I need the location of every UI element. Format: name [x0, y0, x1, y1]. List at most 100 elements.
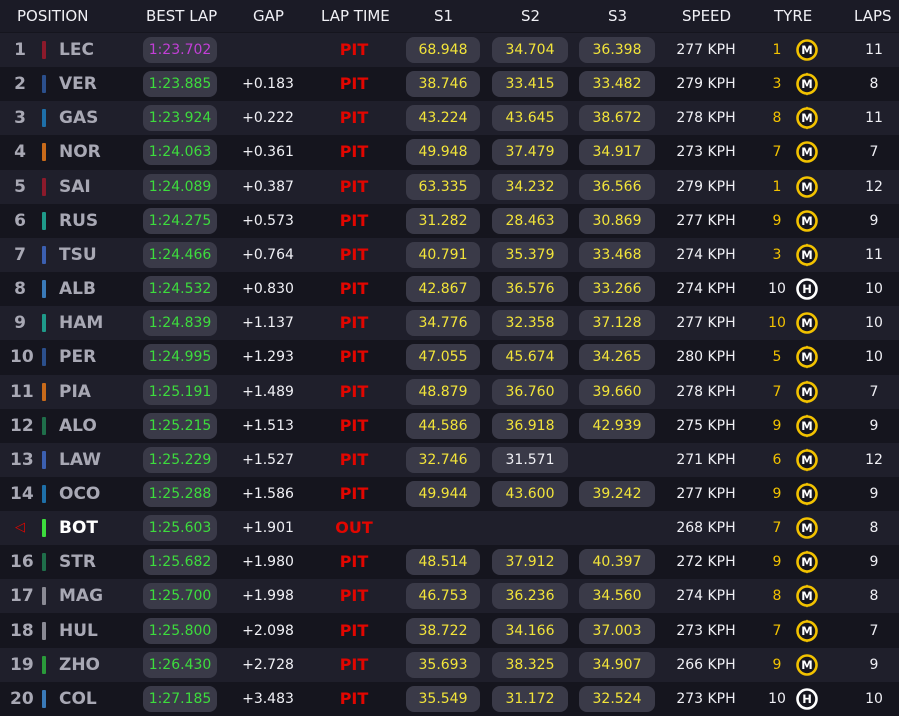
laps-completed: 10	[865, 690, 883, 707]
table-row[interactable]: 11 PIA 1:25.191 +1.489 PIT 48.879 36.760 39.660…	[0, 374, 899, 409]
lap-time-status: PIT	[339, 74, 369, 94]
header-s3[interactable]: S3	[608, 0, 627, 32]
position: 10	[10, 347, 34, 368]
position: 16	[10, 552, 34, 573]
lap-time-status: PIT	[339, 313, 369, 333]
sector-1-time: 38.722	[406, 617, 480, 644]
table-row[interactable]: 20 COL 1:27.185 +3.483 PIT 35.549 31.172 32.524…	[0, 681, 899, 716]
table-row[interactable]: 18 HUL 1:25.800 +2.098 PIT 38.722 34.166 37.003…	[0, 613, 899, 648]
tyre-age: 7	[772, 383, 782, 400]
table-row[interactable]: 6 RUS 1:24.275 +0.573 PIT 31.282 28.463 30.869 2…	[0, 203, 899, 238]
team-color-bar	[42, 245, 46, 264]
table-row[interactable]: 5 SAI 1:24.089 +0.387 PIT 63.335 34.232 36.566 2…	[0, 169, 899, 204]
sector-3-time: 38.672	[579, 105, 655, 132]
driver-code: RUS	[59, 210, 99, 231]
table-row[interactable]: 3 GAS 1:23.924 +0.222 PIT 43.224 43.645 38.672 2…	[0, 101, 899, 136]
sector-3-time: 37.003	[579, 617, 655, 644]
svg-text:M: M	[801, 111, 812, 125]
sector-3-time: 34.265	[579, 344, 655, 371]
header-tyre[interactable]: TYRE	[774, 0, 812, 32]
table-row[interactable]: ◁ BOT 1:25.603 +1.901 OUT 268 KPH 7 M 8	[0, 511, 899, 546]
driver-code: PER	[59, 347, 97, 368]
lap-time-status: PIT	[339, 244, 369, 264]
svg-text:M: M	[801, 555, 812, 569]
tyre-age: 7	[772, 144, 782, 161]
best-lap-time: 1:25.191	[143, 378, 217, 405]
table-row[interactable]: 9 HAM 1:24.839 +1.137 PIT 34.776 32.358 37.128 2…	[0, 306, 899, 341]
table-row[interactable]: 10 PER 1:24.995 +1.293 PIT 47.055 45.674 34.265…	[0, 340, 899, 375]
speed-trap: 274 KPH	[676, 588, 736, 605]
team-color-bar	[42, 519, 46, 538]
sector-1-time: 44.586	[406, 412, 480, 439]
tyre-age: 9	[772, 554, 782, 571]
driver-code: OCO	[59, 483, 101, 504]
best-lap-time: 1:23.885	[143, 71, 217, 98]
sector-3-time: 33.482	[579, 71, 655, 98]
driver-code: HUL	[59, 620, 98, 641]
table-row[interactable]: 1 LEC 1:23.702 PIT 68.948 34.704 36.398 277 KPH…	[0, 33, 899, 67]
driver-code: TSU	[59, 244, 97, 265]
lap-time-status: PIT	[339, 552, 369, 572]
header-s2[interactable]: S2	[521, 0, 540, 32]
header-lap-time[interactable]: LAP TIME	[321, 0, 390, 32]
table-header: POSITION BEST LAP GAP LAP TIME S1 S2 S3 …	[0, 0, 899, 32]
gap-to-leader: +0.573	[242, 212, 294, 229]
svg-text:M: M	[801, 487, 812, 501]
sector-3-time: 36.566	[579, 173, 655, 200]
table-row[interactable]: 14 OCO 1:25.288 +1.586 PIT 49.944 43.600 39.242…	[0, 476, 899, 511]
medium-tyre-icon: M	[796, 243, 818, 267]
speed-trap: 277 KPH	[676, 485, 736, 502]
table-row[interactable]: 13 LAW 1:25.229 +1.527 PIT 32.746 31.571 271 KP…	[0, 442, 899, 477]
team-color-bar	[42, 143, 46, 162]
header-speed[interactable]: SPEED	[682, 0, 731, 32]
speed-trap: 274 KPH	[676, 281, 736, 298]
gap-to-leader: +0.183	[242, 76, 294, 93]
lap-time-status: PIT	[339, 381, 369, 401]
sector-2-time: 34.704	[492, 37, 568, 63]
best-lap-time: 1:25.215	[143, 412, 217, 439]
table-row[interactable]: 8 ALB 1:24.532 +0.830 PIT 42.867 36.576 33.266 2…	[0, 272, 899, 307]
speed-trap: 274 KPH	[676, 246, 736, 263]
driver-code: BOT	[59, 518, 99, 539]
team-color-bar	[42, 587, 46, 606]
driver-code: MAG	[59, 586, 104, 607]
table-row[interactable]: 12 ALO 1:25.215 +1.513 PIT 44.586 36.918 42.939…	[0, 408, 899, 443]
table-row[interactable]: 17 MAG 1:25.700 +1.998 PIT 46.753 36.236 34.560…	[0, 579, 899, 614]
sector-1-time: 46.753	[406, 583, 480, 610]
sector-1-time: 48.879	[406, 378, 480, 405]
sector-1-time: 63.335	[406, 173, 480, 200]
svg-text:M: M	[801, 180, 812, 194]
sector-2-time: 36.236	[492, 583, 568, 610]
team-color-bar	[42, 382, 46, 401]
sector-3-time: 36.398	[579, 37, 655, 63]
header-position[interactable]: POSITION	[17, 0, 88, 32]
table-row[interactable]: 4 NOR 1:24.063 +0.361 PIT 49.948 37.479 34.917 2…	[0, 135, 899, 170]
position: 7	[14, 244, 26, 265]
lap-time-status: PIT	[339, 449, 369, 469]
table-row[interactable]: 16 STR 1:25.682 +1.980 PIT 48.514 37.912 40.397…	[0, 545, 899, 580]
medium-tyre-icon: M	[796, 72, 818, 96]
position: 20	[10, 688, 34, 709]
header-gap[interactable]: GAP	[253, 0, 284, 32]
svg-text:M: M	[801, 521, 812, 535]
tyre-age: 9	[772, 417, 782, 434]
lap-time-status: PIT	[339, 415, 369, 435]
sector-1-time: 35.693	[406, 651, 480, 678]
lap-time-status: PIT	[339, 586, 369, 606]
header-laps[interactable]: LAPS	[854, 0, 892, 32]
laps-completed: 9	[869, 417, 879, 434]
svg-text:M: M	[801, 453, 812, 467]
sector-1-time: 42.867	[406, 276, 480, 303]
header-s1[interactable]: S1	[434, 0, 453, 32]
table-row[interactable]: 19 ZHO 1:26.430 +2.728 PIT 35.693 38.325 34.907…	[0, 647, 899, 682]
table-row[interactable]: 2 VER 1:23.885 +0.183 PIT 38.746 33.415 33.482 2…	[0, 67, 899, 102]
header-best-lap[interactable]: BEST LAP	[146, 0, 217, 32]
best-lap-time: 1:23.702	[143, 37, 217, 63]
laps-completed: 12	[865, 178, 883, 195]
team-color-bar	[42, 621, 46, 640]
svg-text:M: M	[801, 624, 812, 638]
gap-to-leader: +0.830	[242, 281, 294, 298]
table-row[interactable]: 7 TSU 1:24.466 +0.764 PIT 40.791 35.379 33.468 2…	[0, 237, 899, 272]
gap-to-leader: +1.137	[242, 315, 294, 332]
laps-completed: 7	[869, 622, 879, 639]
